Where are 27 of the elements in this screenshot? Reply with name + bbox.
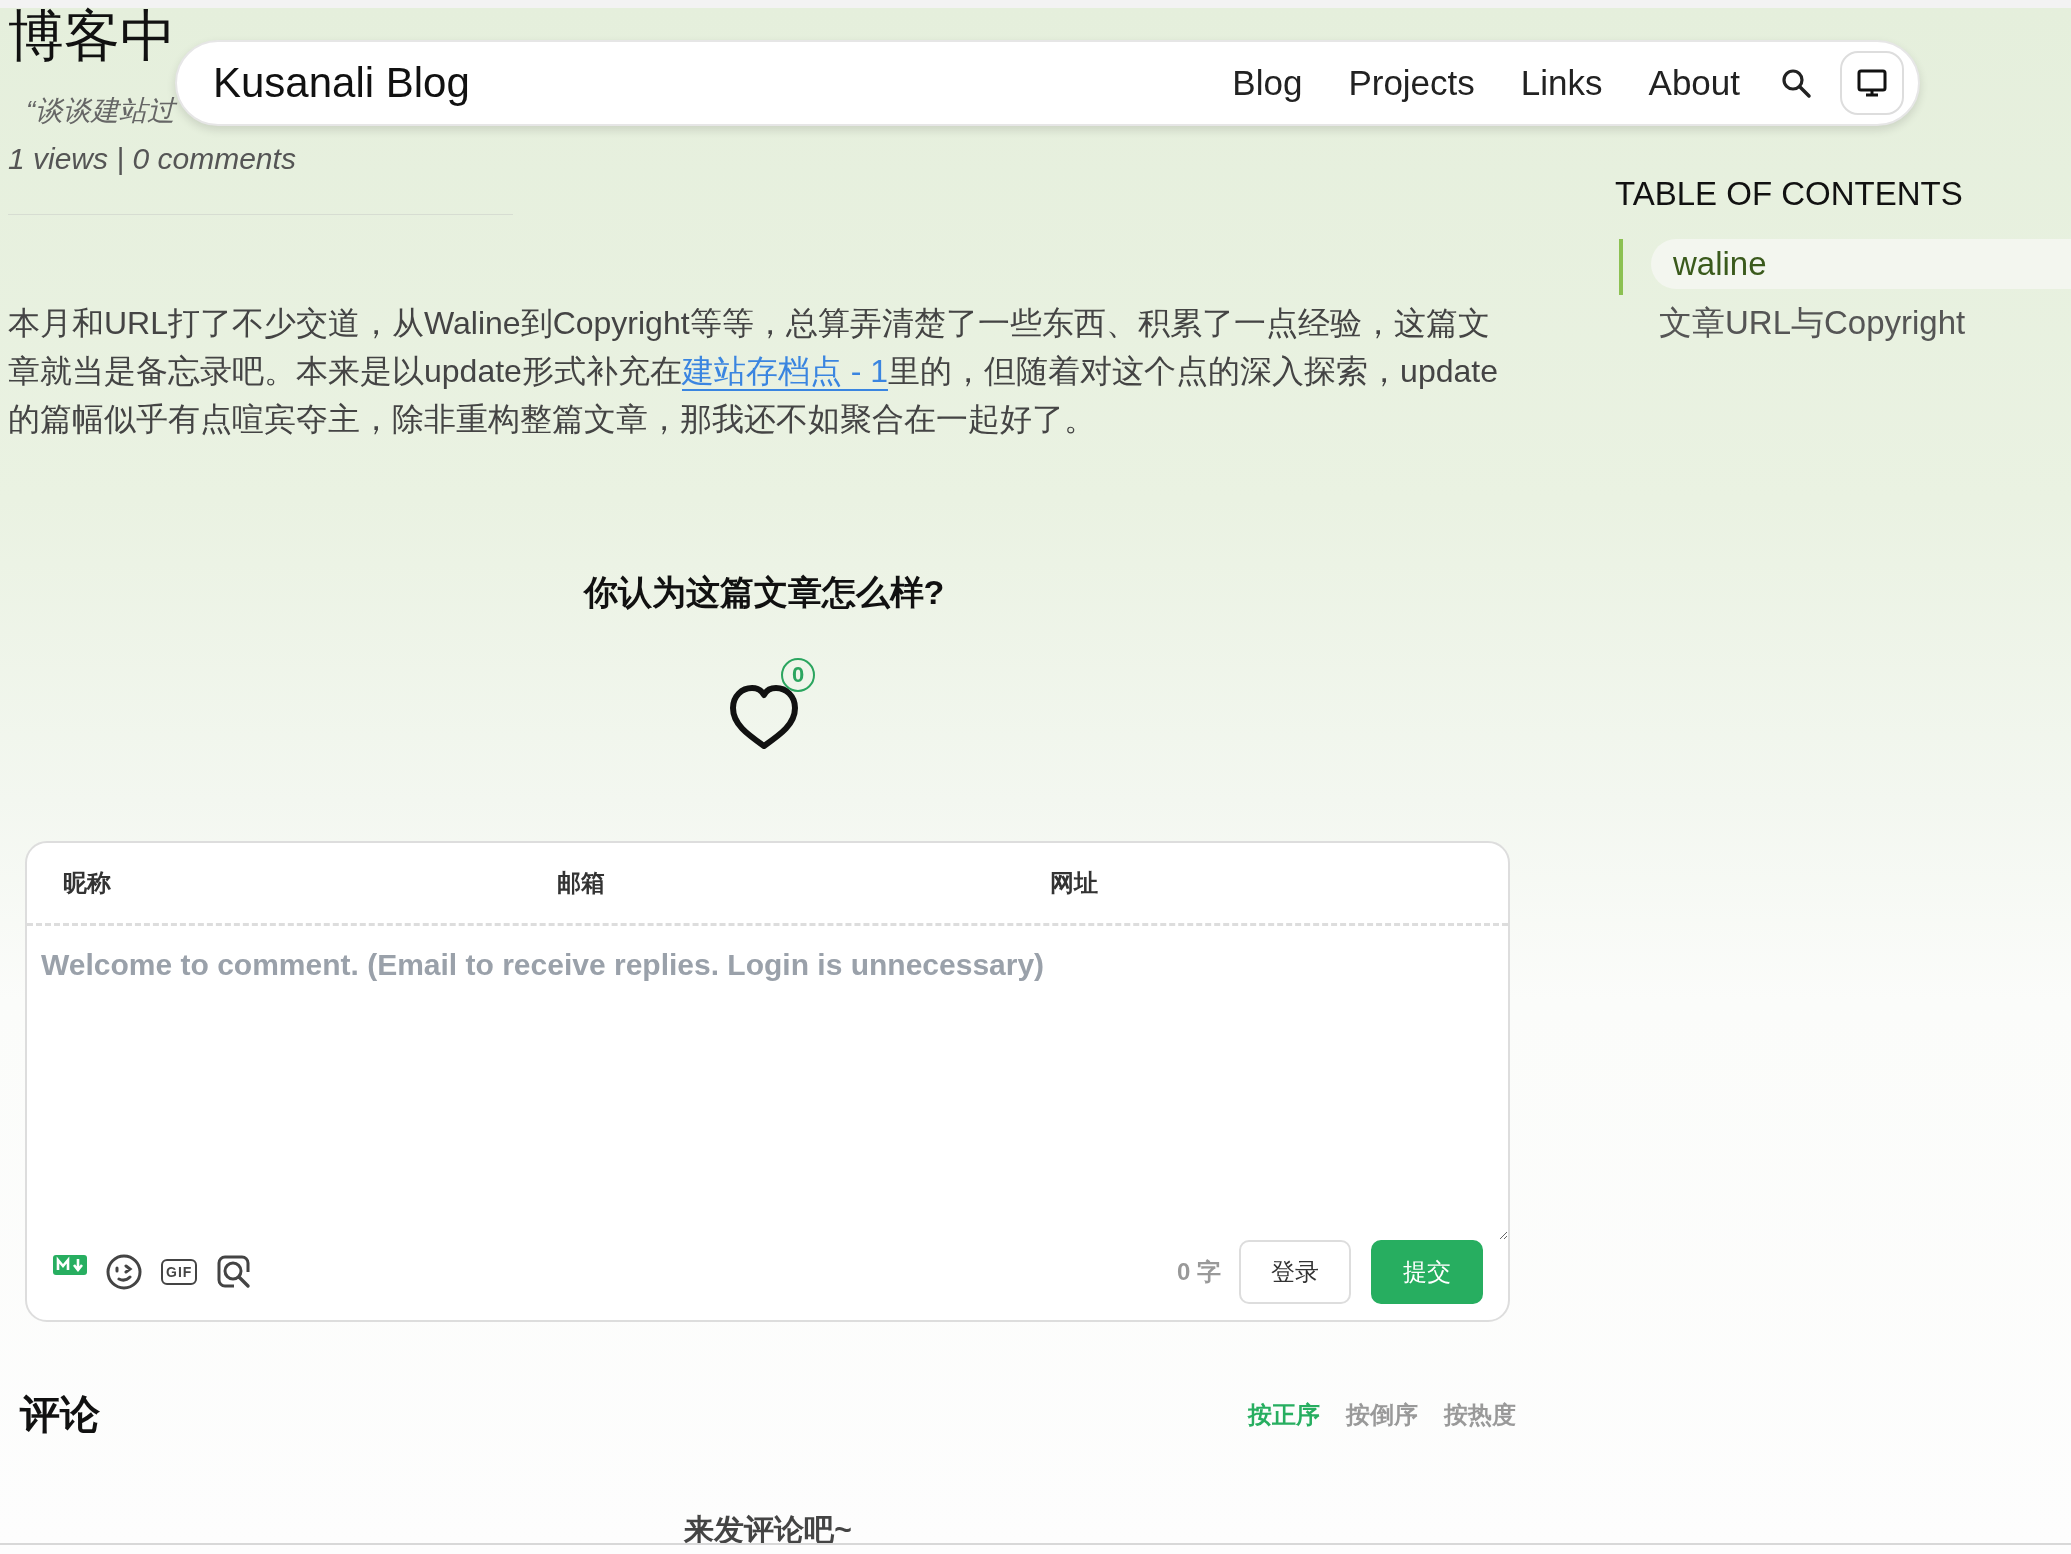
gif-button[interactable]: GIF — [161, 1259, 198, 1285]
toc-item[interactable]: waline — [1651, 239, 2071, 289]
markdown-icon — [53, 1255, 87, 1275]
reaction-question: 你认为这篇文章怎么样? — [583, 572, 945, 613]
like-count: 0 — [781, 658, 815, 692]
site-title[interactable]: Kusanali Blog — [213, 59, 1233, 107]
form-field-label: 昵称 — [62, 868, 112, 898]
form-field-label: 邮箱 — [555, 868, 606, 898]
form-field-label: 网址 — [1049, 868, 1100, 898]
monitor-icon — [1856, 67, 1888, 99]
toc-item[interactable]: 文章URL与Copyright — [1637, 295, 2071, 352]
post-stats: 1 views | 0 comments — [8, 142, 297, 176]
post-subtitle: “谈谈建站过 — [26, 94, 179, 128]
emoji-icon — [105, 1253, 143, 1291]
article-paragraph: 本月和URL打了不少交道，从Waline到Copyright等等，总算弄清楚了一些东西、积累了一点经验，这篇文章就当是备忘录吧。本来是以update形式补充在建站存档点 - 1里的，但随着对这个点的深入探索，update的篇幅似乎有点喧宾夺主，除非重构整篇文章，那我还不如聚合在一起好了。 — [8, 304, 1499, 439]
search-icon — [1780, 67, 1812, 99]
nav-link[interactable]: About — [1648, 63, 1740, 103]
word-count: 0 字 — [1177, 1257, 1221, 1287]
toc-heading: TABLE OF CONTENTS — [1615, 175, 1964, 213]
login-button[interactable]: 登录 — [1239, 1240, 1351, 1304]
comments-heading: 评论 — [20, 1391, 101, 1438]
nav-link[interactable]: Blog — [1232, 63, 1303, 103]
post-title: 博客中 — [8, 8, 177, 64]
nav-link[interactable]: Projects — [1348, 63, 1475, 103]
nav-link[interactable]: Links — [1520, 63, 1603, 103]
empty-comments-message: 来发评论吧~ — [683, 1512, 853, 1548]
theme-toggle-button[interactable] — [1840, 51, 1904, 115]
